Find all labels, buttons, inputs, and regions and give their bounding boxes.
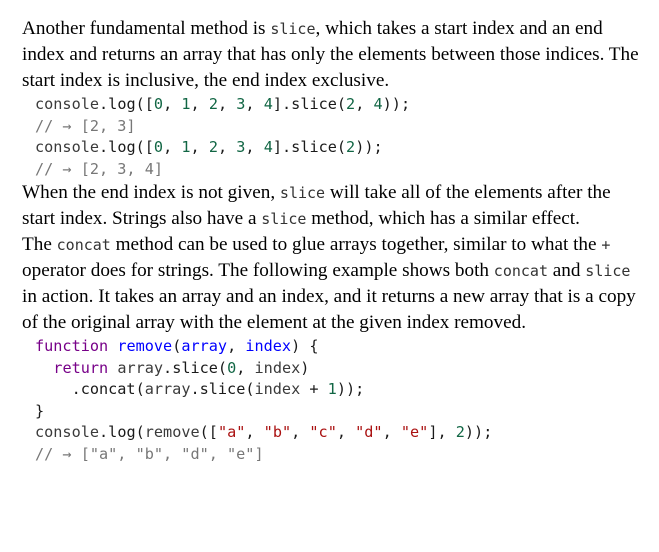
inline-code-plus: + bbox=[601, 236, 611, 254]
paragraph-end-index: When the end index is not given, slice w… bbox=[22, 180, 641, 232]
inline-code-concat: concat bbox=[493, 262, 548, 280]
code-block-remove-function: function remove(array, index) { return a… bbox=[22, 336, 641, 465]
code-comment-line: // → [2, 3] bbox=[35, 116, 136, 135]
code-line: console.log([0, 1, 2, 3, 4].slice(2, 4))… bbox=[35, 95, 411, 113]
code-line: return array.slice(0, index) bbox=[53, 358, 310, 377]
code-line: function remove(array, index) { bbox=[35, 337, 319, 355]
paragraph-text: and bbox=[547, 260, 586, 281]
paragraph-text: operator does for strings. The following… bbox=[22, 260, 494, 281]
paragraph-slice-intro: Another fundamental method is slice, whi… bbox=[22, 16, 641, 94]
code-comment-line: // → [2, 3, 4] bbox=[35, 159, 164, 178]
inline-code-slice: slice bbox=[585, 262, 631, 280]
paragraph-text: When the end index is not given, bbox=[22, 182, 280, 203]
paragraph-text: Another fundamental method is bbox=[22, 18, 271, 39]
inline-code-slice: slice bbox=[279, 184, 326, 202]
paragraph-text: method, which has a similar effect. bbox=[306, 208, 580, 229]
code-line: console.log(remove(["a", "b", "c", "d", … bbox=[35, 423, 493, 441]
code-line: .concat(array.slice(index + 1)); bbox=[35, 380, 365, 398]
paragraph-concat: The concat method can be used to glue ar… bbox=[22, 232, 641, 336]
inline-code-slice: slice bbox=[270, 20, 316, 38]
code-line: } bbox=[35, 401, 45, 420]
document-page: Another fundamental method is slice, whi… bbox=[0, 0, 659, 552]
paragraph-text: The bbox=[22, 234, 57, 255]
inline-code-concat: concat bbox=[56, 236, 111, 254]
code-comment-line: // → ["a", "b", "d", "e"] bbox=[35, 444, 264, 463]
inline-code-slice: slice bbox=[261, 210, 307, 228]
paragraph-text: in action. It takes an array and an inde… bbox=[22, 286, 636, 333]
code-line: console.log([0, 1, 2, 3, 4].slice(2)); bbox=[35, 138, 383, 156]
code-block-slice-examples: console.log([0, 1, 2, 3, 4].slice(2, 4))… bbox=[22, 94, 641, 180]
paragraph-text: method can be used to glue arrays togeth… bbox=[110, 234, 602, 255]
